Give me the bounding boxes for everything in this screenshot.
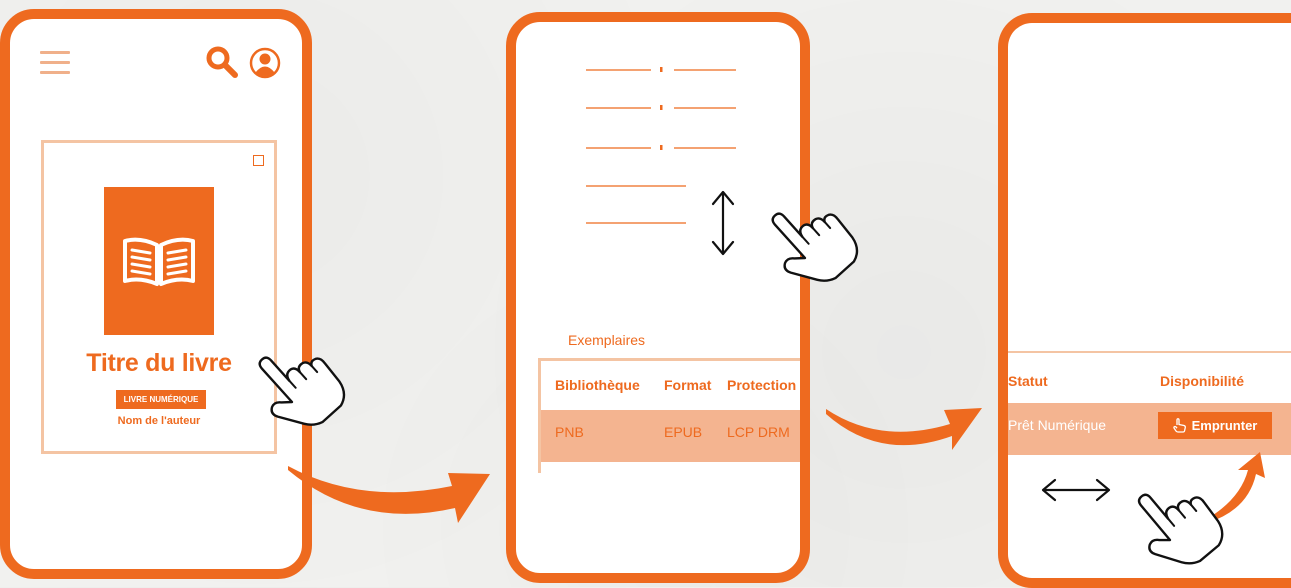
- placeholder-detail-lines: [586, 67, 736, 224]
- column-header-status[interactable]: Statut: [1008, 373, 1048, 389]
- hand-icon: [1172, 418, 1186, 433]
- author-name[interactable]: Nom de l'auteur: [44, 415, 274, 427]
- open-book-icon: [123, 237, 195, 286]
- cell-library: PNB: [555, 424, 584, 440]
- checkbox-icon[interactable]: [253, 155, 264, 166]
- phone-screen-availability: Statut Disponibilité Prêt Numérique Empr…: [998, 13, 1291, 588]
- column-header-format[interactable]: Format: [664, 377, 711, 393]
- phone-screen-copies: Exemplaires Bibliothèque Format Protecti…: [506, 12, 810, 583]
- copies-table: Bibliothèque Format Protection PNB EPUB …: [538, 358, 800, 473]
- table-row[interactable]: PNB EPUB LCP DRM: [541, 410, 800, 462]
- account-icon[interactable]: [248, 46, 284, 82]
- cell-status: Prêt Numérique: [1008, 417, 1107, 433]
- book-cover[interactable]: [104, 187, 214, 335]
- cell-format: EPUB: [664, 424, 703, 440]
- borrow-button-label: Emprunter: [1191, 418, 1258, 433]
- copies-heading: Exemplaires: [568, 332, 646, 348]
- table-row[interactable]: Prêt Numérique Emprunter: [1008, 403, 1291, 455]
- phone-screen-book-card: Titre du livre LIVRE NUMÉRIQUE Nom de l'…: [0, 9, 312, 579]
- column-header-availability[interactable]: Disponibilité: [1160, 373, 1244, 389]
- borrow-button[interactable]: Emprunter: [1158, 412, 1272, 439]
- search-icon[interactable]: [205, 45, 241, 81]
- format-badge: LIVRE NUMÉRIQUE: [116, 390, 206, 409]
- book-card[interactable]: Titre du livre LIVRE NUMÉRIQUE Nom de l'…: [41, 140, 277, 454]
- flow-arrow-2: [826, 408, 982, 450]
- column-header-library[interactable]: Bibliothèque: [555, 377, 640, 393]
- flow-arrow-1: [288, 466, 490, 523]
- cell-protection: LCP DRM: [727, 424, 790, 440]
- column-header-protection[interactable]: Protection: [727, 377, 796, 393]
- availability-table: Statut Disponibilité Prêt Numérique Empr…: [1008, 351, 1291, 463]
- book-title[interactable]: Titre du livre: [44, 349, 274, 378]
- menu-icon[interactable]: [40, 51, 70, 81]
